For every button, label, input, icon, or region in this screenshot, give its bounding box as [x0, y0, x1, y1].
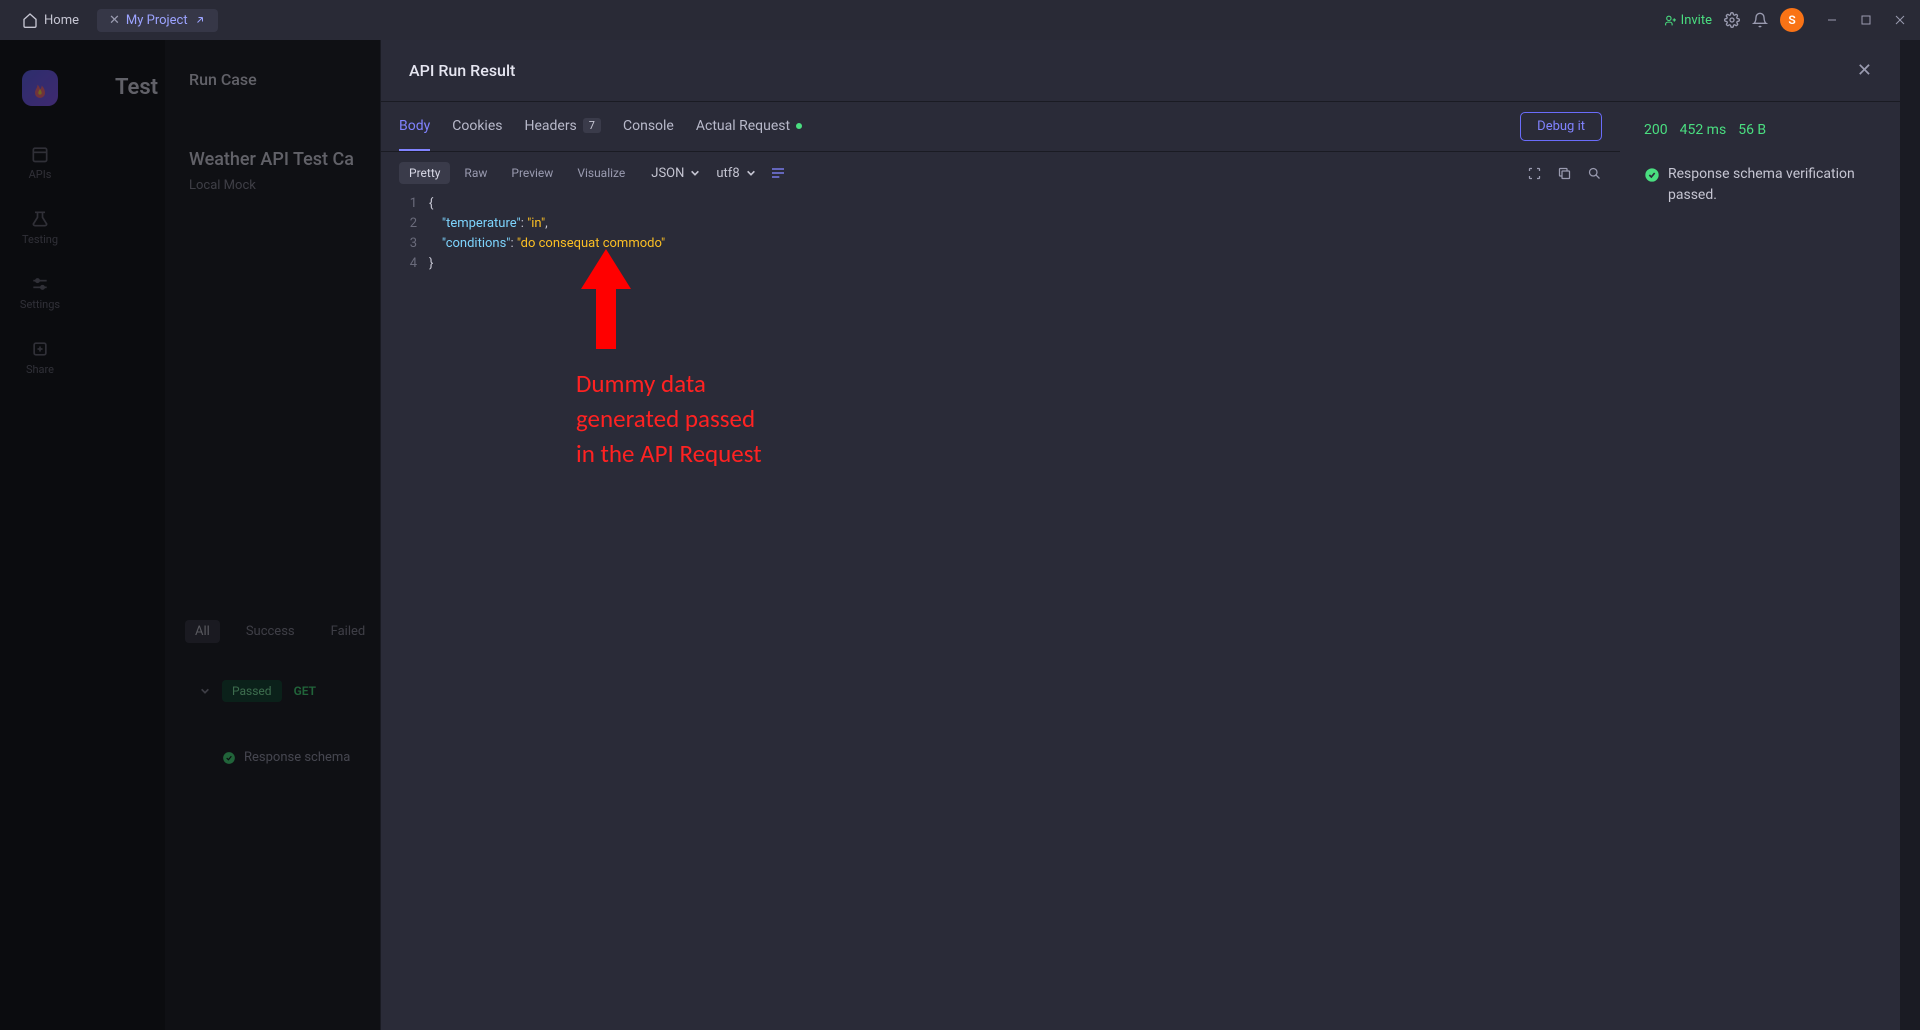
- response-time: 452 ms: [1680, 122, 1727, 138]
- avatar-initial: S: [1788, 13, 1795, 27]
- modal-title: API Run Result: [409, 61, 515, 80]
- passed-badge: Passed: [222, 680, 282, 702]
- home-icon: [22, 12, 38, 28]
- case-name: Weather API Test Ca: [189, 149, 356, 170]
- search-icon[interactable]: [1586, 165, 1602, 181]
- check-circle-icon: [222, 751, 236, 765]
- tab-console[interactable]: Console: [623, 102, 674, 151]
- runcase-title: Run Case: [189, 70, 356, 89]
- settings-icon[interactable]: [1724, 12, 1740, 28]
- format-visualize[interactable]: Visualize: [567, 162, 635, 184]
- extract-icon[interactable]: [1526, 165, 1542, 181]
- titlebar: Home ✕ My Project Invite S: [0, 0, 1920, 40]
- sliders-icon: [30, 274, 50, 294]
- filter-all[interactable]: All: [185, 620, 220, 643]
- avatar[interactable]: S: [1780, 8, 1804, 32]
- modal-close-button[interactable]: ✕: [1857, 60, 1872, 81]
- check-circle-icon: [1644, 167, 1660, 183]
- schema-message: Response schema verification passed.: [1668, 164, 1876, 206]
- app-logo[interactable]: [22, 70, 58, 106]
- filter-tabs: All Success Failed: [185, 620, 375, 643]
- sidebar-label-settings: Settings: [20, 298, 60, 311]
- format-raw[interactable]: Raw: [454, 162, 497, 184]
- api-run-result-modal: API Run Result ✕ Body Cookies Headers7 C…: [380, 40, 1900, 1030]
- tab-cookies[interactable]: Cookies: [452, 102, 502, 151]
- close-icon[interactable]: [1892, 12, 1908, 28]
- left-rail: APIs Testing Settings Share: [0, 40, 80, 1030]
- sidebar-label-share: Share: [26, 363, 54, 376]
- sidebar-item-share[interactable]: Share: [26, 339, 54, 376]
- external-link-icon: [194, 14, 206, 26]
- response-size: 56 B: [1738, 122, 1766, 138]
- stats-panel: 200 452 ms 56 B Response schema verifica…: [1620, 102, 1900, 1030]
- result-row[interactable]: Passed GET: [200, 680, 316, 702]
- chevron-down-icon[interactable]: [200, 686, 210, 696]
- page-title: Test: [115, 75, 158, 100]
- encoding-select[interactable]: utf8: [716, 166, 755, 181]
- schema-row-text: Response schema: [244, 750, 350, 765]
- copy-icon[interactable]: [1556, 165, 1572, 181]
- invite-button[interactable]: Invite: [1664, 13, 1712, 28]
- format-preview[interactable]: Preview: [501, 162, 563, 184]
- schema-result-row: Response schema: [222, 750, 350, 765]
- line-gutter: 1 2 3 4: [381, 194, 429, 1030]
- status-code: 200: [1644, 122, 1668, 138]
- bell-icon[interactable]: [1752, 12, 1768, 28]
- format-pretty[interactable]: Pretty: [399, 162, 450, 184]
- tab-body[interactable]: Body: [399, 102, 430, 151]
- beaker-icon: [30, 209, 50, 229]
- sidebar-label-testing: Testing: [22, 233, 58, 246]
- minimize-icon[interactable]: [1824, 12, 1840, 28]
- runcase-panel: Run Case Weather API Test Ca Local Mock: [165, 40, 380, 1030]
- format-type-select[interactable]: JSON: [651, 166, 700, 181]
- tab-actual-request[interactable]: Actual Request: [696, 102, 802, 151]
- filter-success[interactable]: Success: [236, 620, 305, 643]
- calendar-icon: [30, 144, 50, 164]
- chevron-down-icon: [746, 168, 756, 178]
- sidebar-label-apis: APIs: [29, 168, 52, 181]
- response-tabs: Body Cookies Headers7 Console Actual Req…: [381, 102, 1620, 152]
- code-viewer[interactable]: 1 2 3 4 { "temperature": "in", "conditio…: [381, 194, 1620, 1030]
- schema-verification-row: Response schema verification passed.: [1644, 164, 1876, 206]
- status-dot-icon: [796, 123, 802, 129]
- project-tab[interactable]: ✕ My Project: [97, 9, 218, 32]
- mock-label: Local Mock: [189, 178, 356, 193]
- sidebar-item-settings[interactable]: Settings: [20, 274, 60, 311]
- project-tab-label: My Project: [126, 13, 188, 28]
- http-method: GET: [294, 684, 316, 698]
- chevron-down-icon: [690, 168, 700, 178]
- debug-button[interactable]: Debug it: [1520, 112, 1602, 141]
- maximize-icon[interactable]: [1858, 12, 1874, 28]
- home-label: Home: [44, 13, 79, 28]
- sidebar-item-apis[interactable]: APIs: [29, 144, 52, 181]
- filter-failed[interactable]: Failed: [321, 620, 376, 643]
- format-toolbar: Pretty Raw Preview Visualize JSON utf8: [381, 152, 1620, 194]
- flame-icon: [30, 78, 50, 98]
- user-plus-icon: [1664, 14, 1677, 27]
- code-content: { "temperature": "in", "conditions": "do…: [429, 194, 1620, 1030]
- close-tab-icon[interactable]: ✕: [109, 13, 120, 28]
- tab-headers[interactable]: Headers7: [524, 102, 601, 151]
- home-tab[interactable]: Home: [12, 8, 89, 32]
- invite-label: Invite: [1681, 13, 1712, 28]
- headers-count-badge: 7: [583, 118, 601, 133]
- share-icon: [30, 339, 50, 359]
- sidebar-item-testing[interactable]: Testing: [22, 209, 58, 246]
- wrap-icon[interactable]: [770, 165, 786, 181]
